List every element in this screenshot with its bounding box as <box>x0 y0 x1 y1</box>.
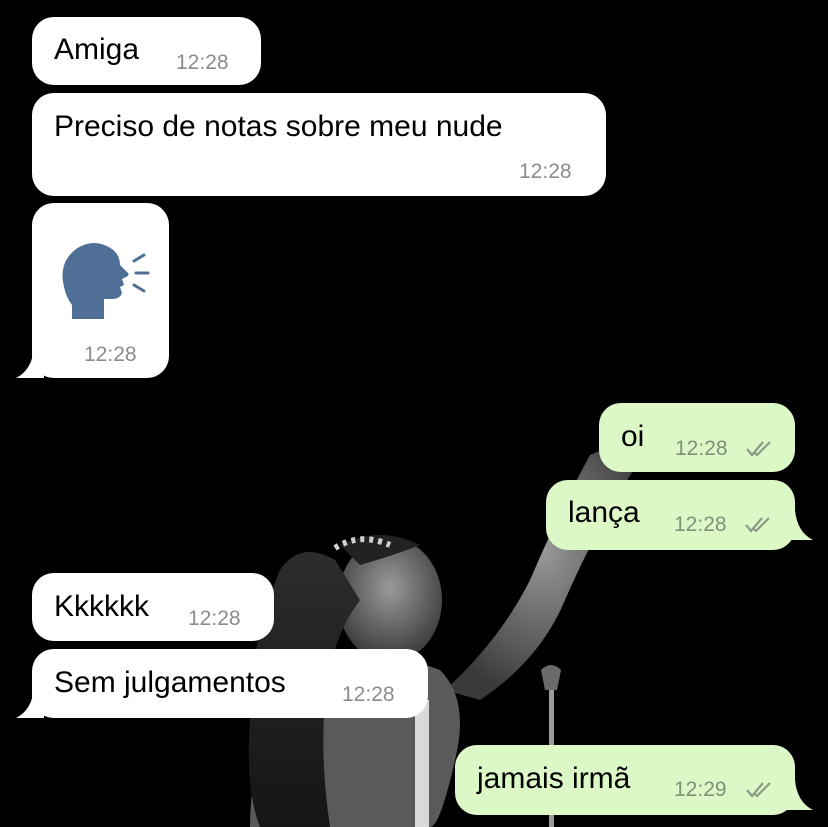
incoming-message-bubble[interactable]: 12:28 <box>32 203 169 378</box>
incoming-message-bubble[interactable]: Preciso de notas sobre meu nude 12:28 <box>32 93 606 196</box>
message-text: jamais irmã <box>477 762 631 795</box>
message-text: Amiga <box>54 33 140 66</box>
message-timestamp: 12:28 <box>188 607 241 630</box>
message-text: Preciso de notas sobre meu nude <box>54 110 503 143</box>
message-text: oi <box>621 420 645 453</box>
message-text: Kkkkkk <box>54 590 150 623</box>
message-timestamp: 12:29 <box>674 778 727 801</box>
outgoing-message-bubble[interactable]: jamais irmã 12:29 <box>455 745 795 815</box>
incoming-message-bubble[interactable]: Amiga 12:28 <box>32 17 261 85</box>
message-timestamp: 12:28 <box>674 513 727 536</box>
incoming-message-bubble[interactable]: Kkkkkk 12:28 <box>32 573 274 641</box>
outgoing-message-bubble[interactable]: oi 12:28 <box>599 403 795 472</box>
message-timestamp: 12:28 <box>84 343 137 366</box>
double-check-read-icon <box>745 517 770 533</box>
speaking-head-icon <box>54 239 150 321</box>
double-check-read-icon <box>746 441 771 457</box>
double-check-read-icon <box>746 782 771 798</box>
message-timestamp: 12:28 <box>342 683 395 706</box>
message-text: lança <box>568 496 640 529</box>
message-timestamp: 12:28 <box>519 160 572 183</box>
outgoing-message-bubble[interactable]: lança 12:28 <box>546 480 795 550</box>
message-timestamp: 12:28 <box>176 51 229 74</box>
message-timestamp: 12:28 <box>675 437 728 460</box>
message-text: Sem julgamentos <box>54 666 286 699</box>
incoming-message-bubble[interactable]: Sem julgamentos 12:28 <box>32 649 428 718</box>
